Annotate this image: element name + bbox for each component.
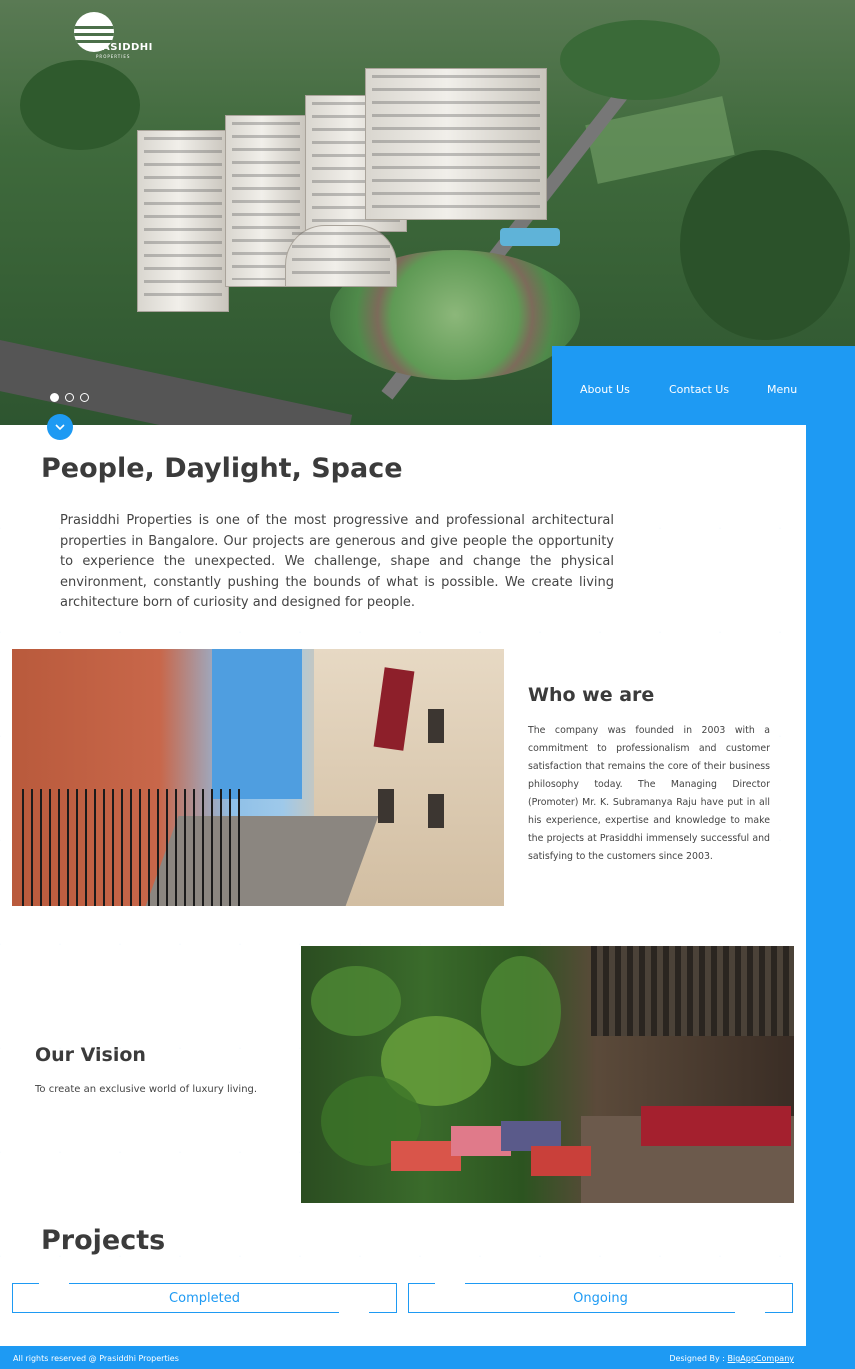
projects-title: Projects bbox=[41, 1225, 166, 1256]
tab-ongoing[interactable]: Ongoing bbox=[408, 1282, 793, 1314]
slider-dots bbox=[50, 393, 89, 402]
interior-image bbox=[301, 946, 794, 1203]
nav-about-us[interactable]: About Us bbox=[580, 383, 630, 396]
intro-title: People, Daylight, Space bbox=[41, 453, 403, 484]
tab-completed-label: Completed bbox=[169, 1290, 240, 1306]
designer-link[interactable]: BigAppCompany bbox=[728, 1354, 794, 1363]
slider-dot-3[interactable] bbox=[80, 393, 89, 402]
street-image bbox=[12, 649, 504, 906]
slider-dot-1[interactable] bbox=[50, 393, 59, 402]
who-title: Who we are bbox=[528, 684, 655, 706]
brand-logo[interactable]: PRASIDDHI PROPERTIES bbox=[70, 12, 160, 62]
hero-pool bbox=[500, 228, 560, 246]
tab-completed[interactable]: Completed bbox=[12, 1282, 397, 1314]
designer-credit: Designed By : BigAppCompany bbox=[669, 1354, 794, 1363]
designed-by-label: Designed By : bbox=[669, 1354, 725, 1363]
footer: All rights reserved @ Prasiddhi Properti… bbox=[0, 1346, 806, 1369]
tab-ongoing-label: Ongoing bbox=[573, 1290, 628, 1306]
top-nav: About Us Contact Us Menu bbox=[552, 346, 855, 426]
nav-contact-us[interactable]: Contact Us bbox=[669, 383, 729, 396]
hero-road-front bbox=[0, 340, 353, 425]
content-sheet: People, Daylight, Space Prasiddhi Proper… bbox=[0, 425, 806, 1346]
copyright-text: All rights reserved @ Prasiddhi Properti… bbox=[13, 1354, 179, 1363]
intro-text: Prasiddhi Properties is one of the most … bbox=[60, 513, 614, 610]
brand-name: PRASIDDHI bbox=[86, 42, 153, 53]
hero-trees bbox=[560, 20, 720, 100]
chevron-down-icon bbox=[55, 423, 65, 430]
hero-clubhouse bbox=[285, 225, 397, 287]
nav-menu[interactable]: Menu bbox=[767, 383, 797, 396]
vision-title: Our Vision bbox=[35, 1044, 146, 1066]
hero-trees bbox=[20, 60, 140, 150]
brand-tagline: PROPERTIES bbox=[96, 54, 131, 59]
slider-dot-2[interactable] bbox=[65, 393, 74, 402]
hero-trees bbox=[680, 150, 850, 340]
who-text: The company was founded in 2003 with a c… bbox=[528, 725, 770, 862]
hero-tower bbox=[365, 68, 547, 220]
vision-text: To create an exclusive world of luxury l… bbox=[35, 1084, 258, 1095]
scroll-down-button[interactable] bbox=[47, 414, 73, 440]
hero-tower bbox=[137, 130, 229, 312]
